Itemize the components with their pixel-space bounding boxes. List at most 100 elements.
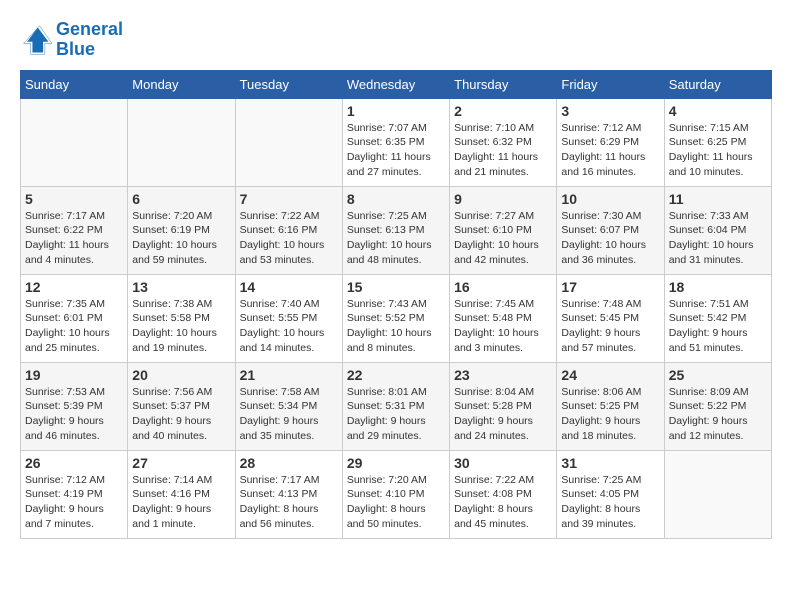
day-info: Sunrise: 7:17 AMSunset: 6:22 PMDaylight:… bbox=[25, 209, 123, 268]
day-number: 5 bbox=[25, 191, 123, 207]
day-info: Sunrise: 7:51 AMSunset: 5:42 PMDaylight:… bbox=[669, 297, 767, 356]
day-info: Sunrise: 7:20 AMSunset: 6:19 PMDaylight:… bbox=[132, 209, 230, 268]
weekday-thursday: Thursday bbox=[450, 70, 557, 98]
day-number: 26 bbox=[25, 455, 123, 471]
day-info: Sunrise: 7:33 AMSunset: 6:04 PMDaylight:… bbox=[669, 209, 767, 268]
day-cell bbox=[21, 98, 128, 186]
weekday-sunday: Sunday bbox=[21, 70, 128, 98]
day-info: Sunrise: 8:04 AMSunset: 5:28 PMDaylight:… bbox=[454, 385, 552, 444]
day-info: Sunrise: 7:38 AMSunset: 5:58 PMDaylight:… bbox=[132, 297, 230, 356]
day-number: 21 bbox=[240, 367, 338, 383]
day-info: Sunrise: 7:20 AMSunset: 4:10 PMDaylight:… bbox=[347, 473, 445, 532]
day-number: 29 bbox=[347, 455, 445, 471]
day-cell: 4 Sunrise: 7:15 AMSunset: 6:25 PMDaylight… bbox=[664, 98, 771, 186]
day-cell: 25 Sunrise: 8:09 AMSunset: 5:22 PMDayligh… bbox=[664, 362, 771, 450]
logo-icon bbox=[20, 24, 52, 56]
day-number: 30 bbox=[454, 455, 552, 471]
day-number: 24 bbox=[561, 367, 659, 383]
day-cell: 8 Sunrise: 7:25 AMSunset: 6:13 PMDaylight… bbox=[342, 186, 449, 274]
day-cell: 21 Sunrise: 7:58 AMSunset: 5:34 PMDayligh… bbox=[235, 362, 342, 450]
day-cell: 22Sunrise: 8:01 AMSunset: 5:31 PMDayligh… bbox=[342, 362, 449, 450]
day-cell: 28 Sunrise: 7:17 AMSunset: 4:13 PMDayligh… bbox=[235, 450, 342, 538]
day-number: 2 bbox=[454, 103, 552, 119]
day-number: 19 bbox=[25, 367, 123, 383]
day-cell: 6Sunrise: 7:20 AMSunset: 6:19 PMDaylight… bbox=[128, 186, 235, 274]
week-row-1: 1Sunrise: 7:07 AMSunset: 6:35 PMDaylight… bbox=[21, 98, 772, 186]
day-number: 9 bbox=[454, 191, 552, 207]
day-cell: 12Sunrise: 7:35 AMSunset: 6:01 PMDayligh… bbox=[21, 274, 128, 362]
day-cell: 11 Sunrise: 7:33 AMSunset: 6:04 PMDayligh… bbox=[664, 186, 771, 274]
day-info: Sunrise: 7:12 AMSunset: 4:19 PMDaylight:… bbox=[25, 473, 123, 532]
page-header: General Blue bbox=[20, 20, 772, 60]
day-cell: 13Sunrise: 7:38 AMSunset: 5:58 PMDayligh… bbox=[128, 274, 235, 362]
day-number: 27 bbox=[132, 455, 230, 471]
day-info: Sunrise: 7:25 AMSunset: 4:05 PMDaylight:… bbox=[561, 473, 659, 532]
day-info: Sunrise: 8:01 AMSunset: 5:31 PMDaylight:… bbox=[347, 385, 445, 444]
day-number: 4 bbox=[669, 103, 767, 119]
day-cell: 24 Sunrise: 8:06 AMSunset: 5:25 PMDayligh… bbox=[557, 362, 664, 450]
day-number: 17 bbox=[561, 279, 659, 295]
day-number: 23 bbox=[454, 367, 552, 383]
day-info: Sunrise: 7:30 AMSunset: 6:07 PMDaylight:… bbox=[561, 209, 659, 268]
logo-text: General Blue bbox=[56, 20, 123, 60]
day-cell: 31 Sunrise: 7:25 AMSunset: 4:05 PMDayligh… bbox=[557, 450, 664, 538]
day-cell: 15 Sunrise: 7:43 AMSunset: 5:52 PMDayligh… bbox=[342, 274, 449, 362]
day-cell bbox=[128, 98, 235, 186]
day-info: Sunrise: 8:09 AMSunset: 5:22 PMDaylight:… bbox=[669, 385, 767, 444]
week-row-4: 19 Sunrise: 7:53 AMSunset: 5:39 PMDayligh… bbox=[21, 362, 772, 450]
day-info: Sunrise: 7:45 AMSunset: 5:48 PMDaylight:… bbox=[454, 297, 552, 356]
day-cell: 1Sunrise: 7:07 AMSunset: 6:35 PMDaylight… bbox=[342, 98, 449, 186]
weekday-tuesday: Tuesday bbox=[235, 70, 342, 98]
weekday-header-row: SundayMondayTuesdayWednesdayThursdayFrid… bbox=[21, 70, 772, 98]
day-number: 7 bbox=[240, 191, 338, 207]
day-cell: 18 Sunrise: 7:51 AMSunset: 5:42 PMDayligh… bbox=[664, 274, 771, 362]
day-number: 25 bbox=[669, 367, 767, 383]
day-number: 16 bbox=[454, 279, 552, 295]
day-cell: 30 Sunrise: 7:22 AMSunset: 4:08 PMDayligh… bbox=[450, 450, 557, 538]
day-info: Sunrise: 7:22 AMSunset: 4:08 PMDaylight:… bbox=[454, 473, 552, 532]
calendar-header: SundayMondayTuesdayWednesdayThursdayFrid… bbox=[21, 70, 772, 98]
day-info: Sunrise: 8:06 AMSunset: 5:25 PMDaylight:… bbox=[561, 385, 659, 444]
weekday-saturday: Saturday bbox=[664, 70, 771, 98]
day-info: Sunrise: 7:12 AMSunset: 6:29 PMDaylight:… bbox=[561, 121, 659, 180]
day-info: Sunrise: 7:43 AMSunset: 5:52 PMDaylight:… bbox=[347, 297, 445, 356]
day-cell: 17 Sunrise: 7:48 AMSunset: 5:45 PMDayligh… bbox=[557, 274, 664, 362]
day-cell: 26 Sunrise: 7:12 AMSunset: 4:19 PMDayligh… bbox=[21, 450, 128, 538]
day-cell bbox=[664, 450, 771, 538]
day-number: 20 bbox=[132, 367, 230, 383]
day-number: 11 bbox=[669, 191, 767, 207]
day-number: 8 bbox=[347, 191, 445, 207]
day-cell: 19 Sunrise: 7:53 AMSunset: 5:39 PMDayligh… bbox=[21, 362, 128, 450]
day-cell bbox=[235, 98, 342, 186]
week-row-2: 5 Sunrise: 7:17 AMSunset: 6:22 PMDaylight… bbox=[21, 186, 772, 274]
day-info: Sunrise: 7:14 AMSunset: 4:16 PMDaylight:… bbox=[132, 473, 230, 532]
day-cell: 2Sunrise: 7:10 AMSunset: 6:32 PMDaylight… bbox=[450, 98, 557, 186]
day-cell: 3 Sunrise: 7:12 AMSunset: 6:29 PMDaylight… bbox=[557, 98, 664, 186]
day-cell: 7 Sunrise: 7:22 AMSunset: 6:16 PMDaylight… bbox=[235, 186, 342, 274]
day-number: 28 bbox=[240, 455, 338, 471]
day-info: Sunrise: 7:53 AMSunset: 5:39 PMDaylight:… bbox=[25, 385, 123, 444]
day-info: Sunrise: 7:17 AMSunset: 4:13 PMDaylight:… bbox=[240, 473, 338, 532]
day-cell: 9 Sunrise: 7:27 AMSunset: 6:10 PMDaylight… bbox=[450, 186, 557, 274]
day-number: 31 bbox=[561, 455, 659, 471]
day-cell: 10 Sunrise: 7:30 AMSunset: 6:07 PMDayligh… bbox=[557, 186, 664, 274]
weekday-friday: Friday bbox=[557, 70, 664, 98]
day-info: Sunrise: 7:56 AMSunset: 5:37 PMDaylight:… bbox=[132, 385, 230, 444]
day-cell: 16 Sunrise: 7:45 AMSunset: 5:48 PMDayligh… bbox=[450, 274, 557, 362]
day-info: Sunrise: 7:40 AMSunset: 5:55 PMDaylight:… bbox=[240, 297, 338, 356]
day-info: Sunrise: 7:58 AMSunset: 5:34 PMDaylight:… bbox=[240, 385, 338, 444]
logo: General Blue bbox=[20, 20, 123, 60]
day-info: Sunrise: 7:15 AMSunset: 6:25 PMDaylight:… bbox=[669, 121, 767, 180]
day-number: 3 bbox=[561, 103, 659, 119]
day-number: 10 bbox=[561, 191, 659, 207]
day-info: Sunrise: 7:27 AMSunset: 6:10 PMDaylight:… bbox=[454, 209, 552, 268]
calendar-body: 1Sunrise: 7:07 AMSunset: 6:35 PMDaylight… bbox=[21, 98, 772, 538]
day-number: 18 bbox=[669, 279, 767, 295]
day-info: Sunrise: 7:22 AMSunset: 6:16 PMDaylight:… bbox=[240, 209, 338, 268]
day-number: 15 bbox=[347, 279, 445, 295]
day-info: Sunrise: 7:07 AMSunset: 6:35 PMDaylight:… bbox=[347, 121, 445, 180]
day-info: Sunrise: 7:48 AMSunset: 5:45 PMDaylight:… bbox=[561, 297, 659, 356]
calendar-table: SundayMondayTuesdayWednesdayThursdayFrid… bbox=[20, 70, 772, 539]
day-cell: 27 Sunrise: 7:14 AMSunset: 4:16 PMDayligh… bbox=[128, 450, 235, 538]
day-info: Sunrise: 7:25 AMSunset: 6:13 PMDaylight:… bbox=[347, 209, 445, 268]
